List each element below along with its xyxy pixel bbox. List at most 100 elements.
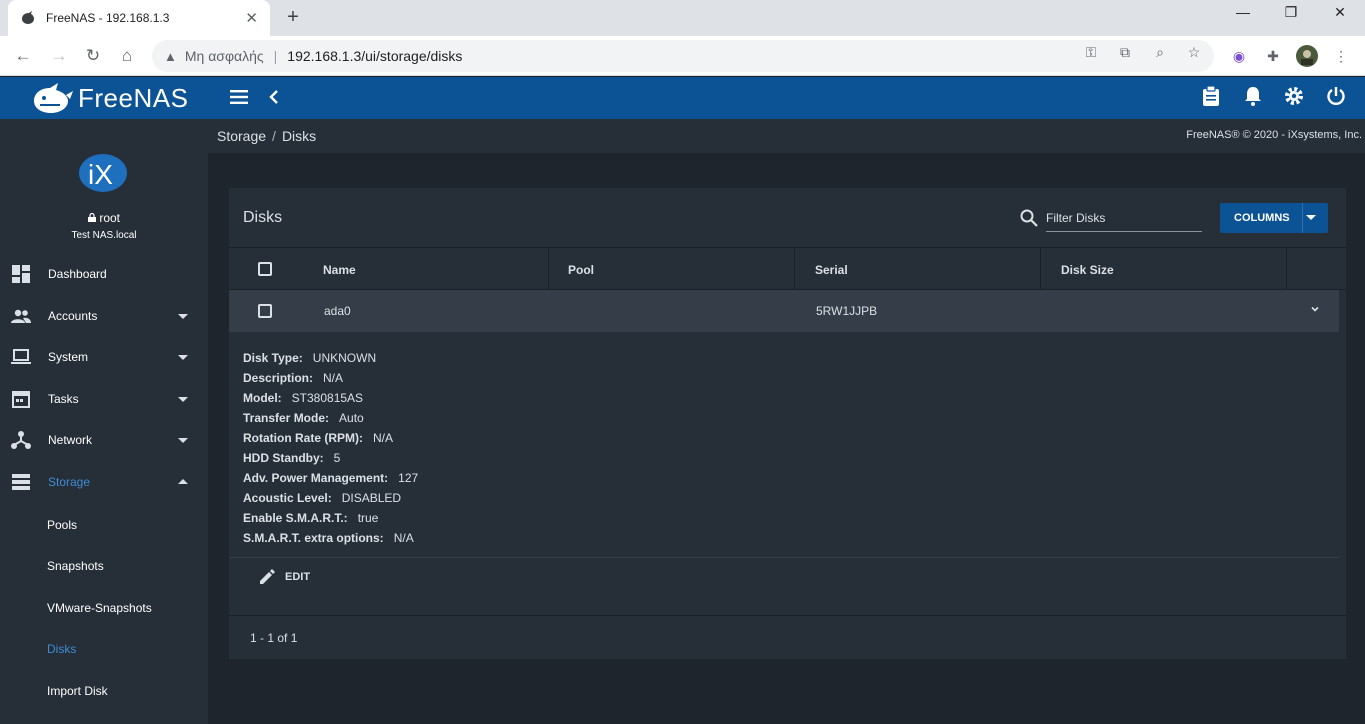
notifications-bell-icon[interactable] <box>1241 86 1265 110</box>
restore-button[interactable]: ❐ <box>1280 4 1302 21</box>
sidebar-item-label: Dashboard <box>48 267 107 281</box>
laptop-icon <box>11 349 31 364</box>
hostname: Test NAS.local <box>71 230 137 241</box>
caret-down-icon <box>178 438 188 443</box>
profile-avatar[interactable] <box>1296 45 1318 67</box>
sidebar-subitem-import-disk[interactable]: Import Disk <box>47 684 108 698</box>
reload-icon[interactable]: ↻ <box>82 45 104 67</box>
sidebar: iX root Test NAS.local Dashboard Account… <box>0 119 208 724</box>
username: root <box>99 211 121 225</box>
caret-down-icon <box>178 397 188 402</box>
dropdown-arrow-icon <box>1306 215 1316 220</box>
url-text: 192.168.1.3/ui/storage/disks <box>287 48 463 64</box>
chevron-down-icon[interactable] <box>1310 304 1320 314</box>
puzzle-extensions-icon[interactable]: ✚ <box>1262 45 1284 67</box>
window-close-button[interactable]: ✕ <box>1329 4 1351 21</box>
svg-text:iX: iX <box>88 159 113 190</box>
cell-name: ada0 <box>324 304 351 318</box>
select-all-checkbox[interactable] <box>258 262 272 276</box>
people-icon <box>11 309 31 323</box>
column-divider <box>794 248 795 290</box>
sidebar-subitem-disks[interactable]: Disks <box>47 642 76 656</box>
search-icon <box>1020 209 1038 227</box>
pagination-range: 1 - 1 of 1 <box>250 631 298 645</box>
columns-button[interactable]: COLUMNS <box>1220 203 1328 233</box>
breadcrumb-separator: / <box>272 128 276 144</box>
sidebar-item-label: System <box>48 350 89 364</box>
collapse-chevron-left-icon[interactable] <box>262 86 286 110</box>
detail-row: Transfer Mode: Auto <box>243 411 364 425</box>
sidebar-item-accounts[interactable]: Accounts <box>0 296 208 336</box>
translate-icon[interactable]: ⧉ <box>1116 43 1134 61</box>
clipboard-tasks-icon[interactable] <box>1199 85 1223 110</box>
freenas-logo[interactable]: FreeNAS <box>0 77 208 119</box>
detail-row: Enable S.M.A.R.T.: true <box>243 511 379 525</box>
insecure-label: Μη ασφαλής <box>184 48 264 64</box>
browser-tab[interactable]: FreeNAS - 192.168.1.3 ✕ <box>8 0 270 36</box>
sidebar-subitem-snapshots[interactable]: Snapshots <box>47 559 104 573</box>
viber-extension-icon[interactable]: ◉ <box>1228 45 1250 67</box>
table-row[interactable]: ada0 5RW1JJPB <box>229 290 1339 332</box>
power-icon[interactable] <box>1324 86 1348 110</box>
edit-label: EDIT <box>285 570 311 583</box>
warning-icon[interactable]: ▲ <box>164 49 177 64</box>
sidebar-item-label: Accounts <box>48 309 98 323</box>
address-separator: | <box>273 48 278 64</box>
actions-divider <box>229 557 1339 558</box>
row-checkbox[interactable] <box>258 304 272 318</box>
edit-button[interactable]: EDIT <box>259 568 310 585</box>
settings-gear-icon[interactable] <box>1282 86 1306 110</box>
filter-disks-input[interactable]: Filter Disks <box>1046 206 1202 232</box>
brand-name: FreeNAS <box>78 82 189 113</box>
key-icon[interactable]: ⚿ <box>1082 43 1100 61</box>
column-header-pool[interactable]: Pool <box>568 263 594 277</box>
breadcrumb-bar: Storage / Disks FreeNAS® © 2020 - iXsystem… <box>208 119 1365 153</box>
forward-arrow-icon[interactable]: → <box>48 45 70 67</box>
disks-card: Disks Filter Disks COLUMNS Name Pool Ser… <box>229 188 1346 659</box>
address-bar[interactable]: ▲ Μη ασφαλής | 192.168.1.3/ui/storage/di… <box>152 40 1214 72</box>
tab-close-icon[interactable]: ✕ <box>245 9 258 27</box>
caret-down-icon <box>178 314 188 319</box>
column-divider <box>1286 248 1287 290</box>
app-topbar: FreeNAS <box>0 77 1365 119</box>
detail-row: Adv. Power Management: 127 <box>243 471 419 485</box>
breadcrumb-storage[interactable]: Storage <box>217 128 266 144</box>
bookmark-star-icon[interactable]: ☆ <box>1185 43 1203 61</box>
sidebar-subitem-vmware-snapshots[interactable]: VMware-Snapshots <box>47 601 152 615</box>
sidebar-item-dashboard[interactable]: Dashboard <box>0 254 208 294</box>
sidebar-subitem-pools[interactable]: Pools <box>47 518 77 532</box>
sidebar-item-label: Storage <box>48 475 91 489</box>
sidebar-item-system[interactable]: System <box>0 337 208 377</box>
sidebar-item-network[interactable]: Network <box>0 420 208 460</box>
detail-row: Acoustic Level: DISABLED <box>243 491 402 505</box>
home-icon[interactable]: ⌂ <box>116 45 138 67</box>
new-tab-button[interactable]: + <box>282 6 304 28</box>
column-header-serial[interactable]: Serial <box>815 263 848 277</box>
column-header-disk-size[interactable]: Disk Size <box>1061 263 1114 277</box>
column-header-name[interactable]: Name <box>323 263 356 277</box>
card-title: Disks <box>243 209 283 226</box>
columns-label: COLUMNS <box>1234 212 1290 224</box>
current-user: root <box>0 211 208 225</box>
cell-serial: 5RW1JJPB <box>816 304 878 318</box>
table-header: Name Pool Serial Disk Size <box>229 247 1346 290</box>
back-arrow-icon[interactable]: ← <box>12 45 34 67</box>
detail-row: HDD Standby: 5 <box>243 451 341 465</box>
disk-details: Disk Type: UNKNOWN Description: N/A Model:… <box>243 348 418 548</box>
tab-title: FreeNAS - 192.168.1.3 <box>46 11 170 25</box>
freenas-favicon-icon <box>22 11 34 24</box>
detail-row: Model: ST380815AS <box>243 391 364 405</box>
sidebar-item-tasks[interactable]: Tasks <box>0 379 208 419</box>
caret-up-icon <box>178 479 188 484</box>
minimize-button[interactable]: — <box>1232 4 1254 20</box>
detail-row: Disk Type: UNKNOWN <box>243 351 377 365</box>
zoom-icon[interactable]: ⌕ <box>1151 43 1169 61</box>
freenas-shark-icon <box>34 83 73 113</box>
lock-icon <box>87 212 96 222</box>
copyright: FreeNAS® © 2020 - iXsystems, Inc. <box>1186 129 1362 141</box>
hamburger-menu-icon[interactable] <box>227 86 251 110</box>
column-divider <box>1040 248 1041 290</box>
browser-menu-icon[interactable]: ⋮ <box>1330 45 1352 67</box>
dashboard-icon <box>12 265 30 283</box>
sidebar-item-storage[interactable]: Storage <box>0 462 208 502</box>
